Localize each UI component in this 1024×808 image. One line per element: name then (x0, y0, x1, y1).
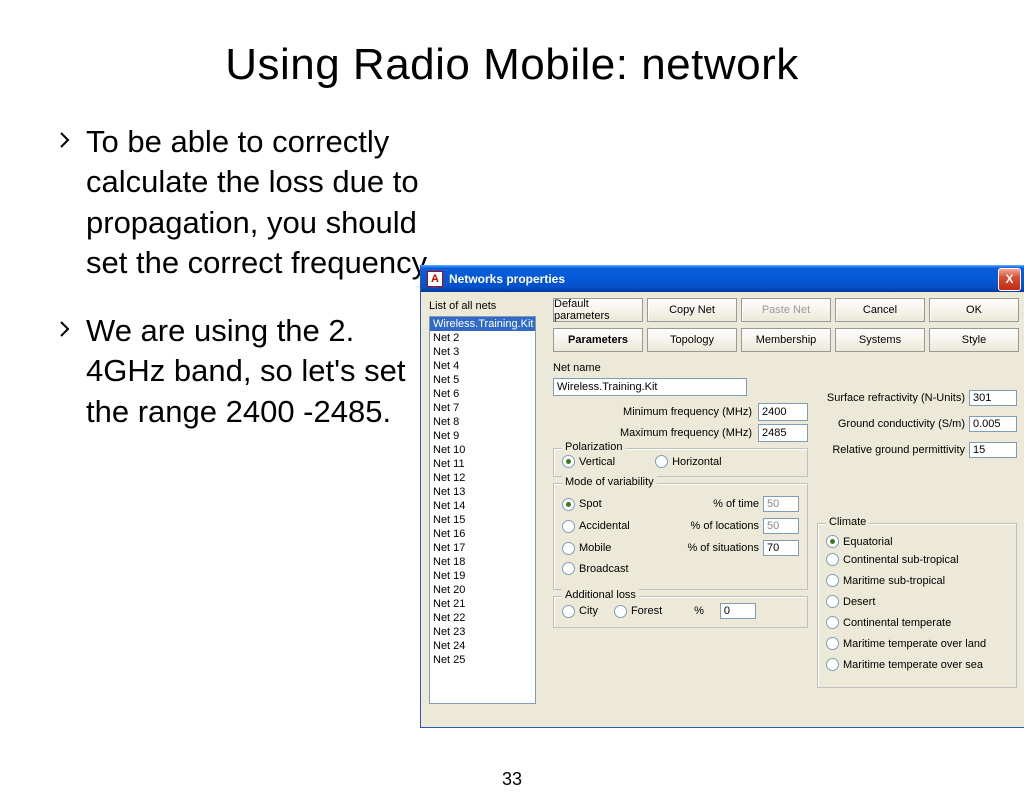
paste-net-button[interactable]: Paste Net (741, 298, 831, 322)
city-radio[interactable]: City (562, 605, 598, 618)
list-item[interactable]: Net 8 (430, 415, 535, 429)
list-item[interactable]: Net 17 (430, 541, 535, 555)
list-item[interactable]: Net 4 (430, 359, 535, 373)
list-item[interactable]: Net 22 (430, 611, 535, 625)
tab-systems[interactable]: Systems (835, 328, 925, 352)
accidental-radio[interactable]: Accidental (562, 520, 630, 533)
list-item[interactable]: Net 20 (430, 583, 535, 597)
window-title: Networks properties (449, 272, 565, 286)
time-field[interactable]: 50 (763, 496, 799, 512)
climate-group: Climate Equatorial Continental sub-tropi… (817, 523, 1017, 688)
list-item[interactable]: Net 7 (430, 401, 535, 415)
min-freq-label: Minimum frequency (MHz) (553, 406, 758, 418)
variability-title: Mode of variability (562, 476, 657, 488)
list-item[interactable]: Net 6 (430, 387, 535, 401)
tab-style[interactable]: Style (929, 328, 1019, 352)
climate-maritime-subtropical-radio[interactable]: Maritime sub-tropical (826, 574, 945, 587)
list-item[interactable]: Net 12 (430, 471, 535, 485)
nets-listbox[interactable]: Wireless.Training.Kit Net 2 Net 3 Net 4 … (429, 316, 536, 704)
bullet-2: We are using the 2. 4GHz band, so let's … (60, 311, 440, 432)
networks-properties-window: A Networks properties X List of all nets… (420, 265, 1024, 728)
ground-conductivity-label: Ground conductivity (S/m) (817, 418, 969, 430)
forest-radio[interactable]: Forest (614, 605, 662, 618)
polarization-vertical-radio[interactable]: Vertical (562, 455, 615, 468)
climate-title: Climate (826, 516, 869, 528)
time-label: % of time (713, 498, 759, 510)
list-label: List of all nets (429, 300, 547, 312)
climate-continental-temperate-radio[interactable]: Continental temperate (826, 616, 951, 629)
list-item[interactable]: Net 11 (430, 457, 535, 471)
cancel-button[interactable]: Cancel (835, 298, 925, 322)
list-item[interactable]: Net 24 (430, 639, 535, 653)
spot-radio[interactable]: Spot (562, 498, 602, 511)
percent-label: % (694, 605, 704, 617)
refractivity-field[interactable]: 301 (969, 390, 1017, 406)
ground-conductivity-field[interactable]: 0.005 (969, 416, 1017, 432)
refractivity-label: Surface refractivity (N-Units) (817, 392, 969, 404)
list-item[interactable]: Net 3 (430, 345, 535, 359)
list-item[interactable]: Net 2 (430, 331, 535, 345)
list-item[interactable]: Net 23 (430, 625, 535, 639)
slide-title: Using Radio Mobile: network (0, 40, 1024, 90)
chevron-right-icon (60, 122, 72, 283)
list-item[interactable]: Net 19 (430, 569, 535, 583)
mobile-radio[interactable]: Mobile (562, 542, 611, 555)
tab-parameters[interactable]: Parameters (553, 328, 643, 352)
climate-maritime-temperate-land-radio[interactable]: Maritime temperate over land (826, 637, 986, 650)
locations-label: % of locations (691, 520, 759, 532)
max-freq-field[interactable]: 2485 (758, 424, 808, 442)
situations-label: % of situations (687, 542, 759, 554)
locations-field[interactable]: 50 (763, 518, 799, 534)
permittivity-field[interactable]: 15 (969, 442, 1017, 458)
polarization-group: Polarization Vertical Horizontal (553, 448, 808, 477)
list-item[interactable]: Net 25 (430, 653, 535, 667)
close-button[interactable]: X (998, 268, 1021, 291)
list-item[interactable]: Net 10 (430, 443, 535, 457)
variability-group: Mode of variability Spot % of time 50 Ac… (553, 483, 808, 590)
net-name-field[interactable]: Wireless.Training.Kit (553, 378, 747, 396)
permittivity-label: Relative ground permittivity (817, 444, 969, 456)
tab-topology[interactable]: Topology (647, 328, 737, 352)
list-item[interactable]: Net 21 (430, 597, 535, 611)
app-icon: A (427, 271, 443, 287)
copy-net-button[interactable]: Copy Net (647, 298, 737, 322)
list-item[interactable]: Net 14 (430, 499, 535, 513)
list-item[interactable]: Net 18 (430, 555, 535, 569)
chevron-right-icon (60, 311, 72, 432)
additional-loss-group: Additional loss City Forest % 0 (553, 596, 808, 628)
addloss-field[interactable]: 0 (720, 603, 756, 619)
climate-desert-radio[interactable]: Desert (826, 595, 875, 608)
list-item[interactable]: Net 9 (430, 429, 535, 443)
bullet-text-2: We are using the 2. 4GHz band, so let's … (86, 311, 440, 432)
default-parameters-button[interactable]: Default parameters (553, 298, 643, 322)
bullet-1: To be able to correctly calculate the lo… (60, 122, 440, 283)
list-item[interactable]: Net 15 (430, 513, 535, 527)
min-freq-field[interactable]: 2400 (758, 403, 808, 421)
list-item[interactable]: Net 16 (430, 527, 535, 541)
net-name-label: Net name (553, 362, 808, 374)
climate-equatorial-radio[interactable]: Equatorial (826, 535, 893, 548)
window-titlebar[interactable]: A Networks properties X (421, 265, 1024, 292)
situations-field[interactable]: 70 (763, 540, 799, 556)
list-item[interactable]: Net 13 (430, 485, 535, 499)
polarization-horizontal-radio[interactable]: Horizontal (655, 455, 722, 468)
list-item[interactable]: Wireless.Training.Kit (430, 317, 535, 331)
tab-membership[interactable]: Membership (741, 328, 831, 352)
polarization-title: Polarization (562, 441, 625, 453)
additional-loss-title: Additional loss (562, 589, 639, 601)
bullet-text-1: To be able to correctly calculate the lo… (86, 122, 440, 283)
close-icon: X (1005, 272, 1013, 286)
climate-continental-subtropical-radio[interactable]: Continental sub-tropical (826, 553, 959, 566)
climate-maritime-temperate-sea-radio[interactable]: Maritime temperate over sea (826, 658, 983, 671)
max-freq-label: Maximum frequency (MHz) (553, 427, 758, 439)
ok-button[interactable]: OK (929, 298, 1019, 322)
page-number: 33 (0, 769, 1024, 790)
broadcast-radio[interactable]: Broadcast (562, 562, 629, 575)
list-item[interactable]: Net 5 (430, 373, 535, 387)
